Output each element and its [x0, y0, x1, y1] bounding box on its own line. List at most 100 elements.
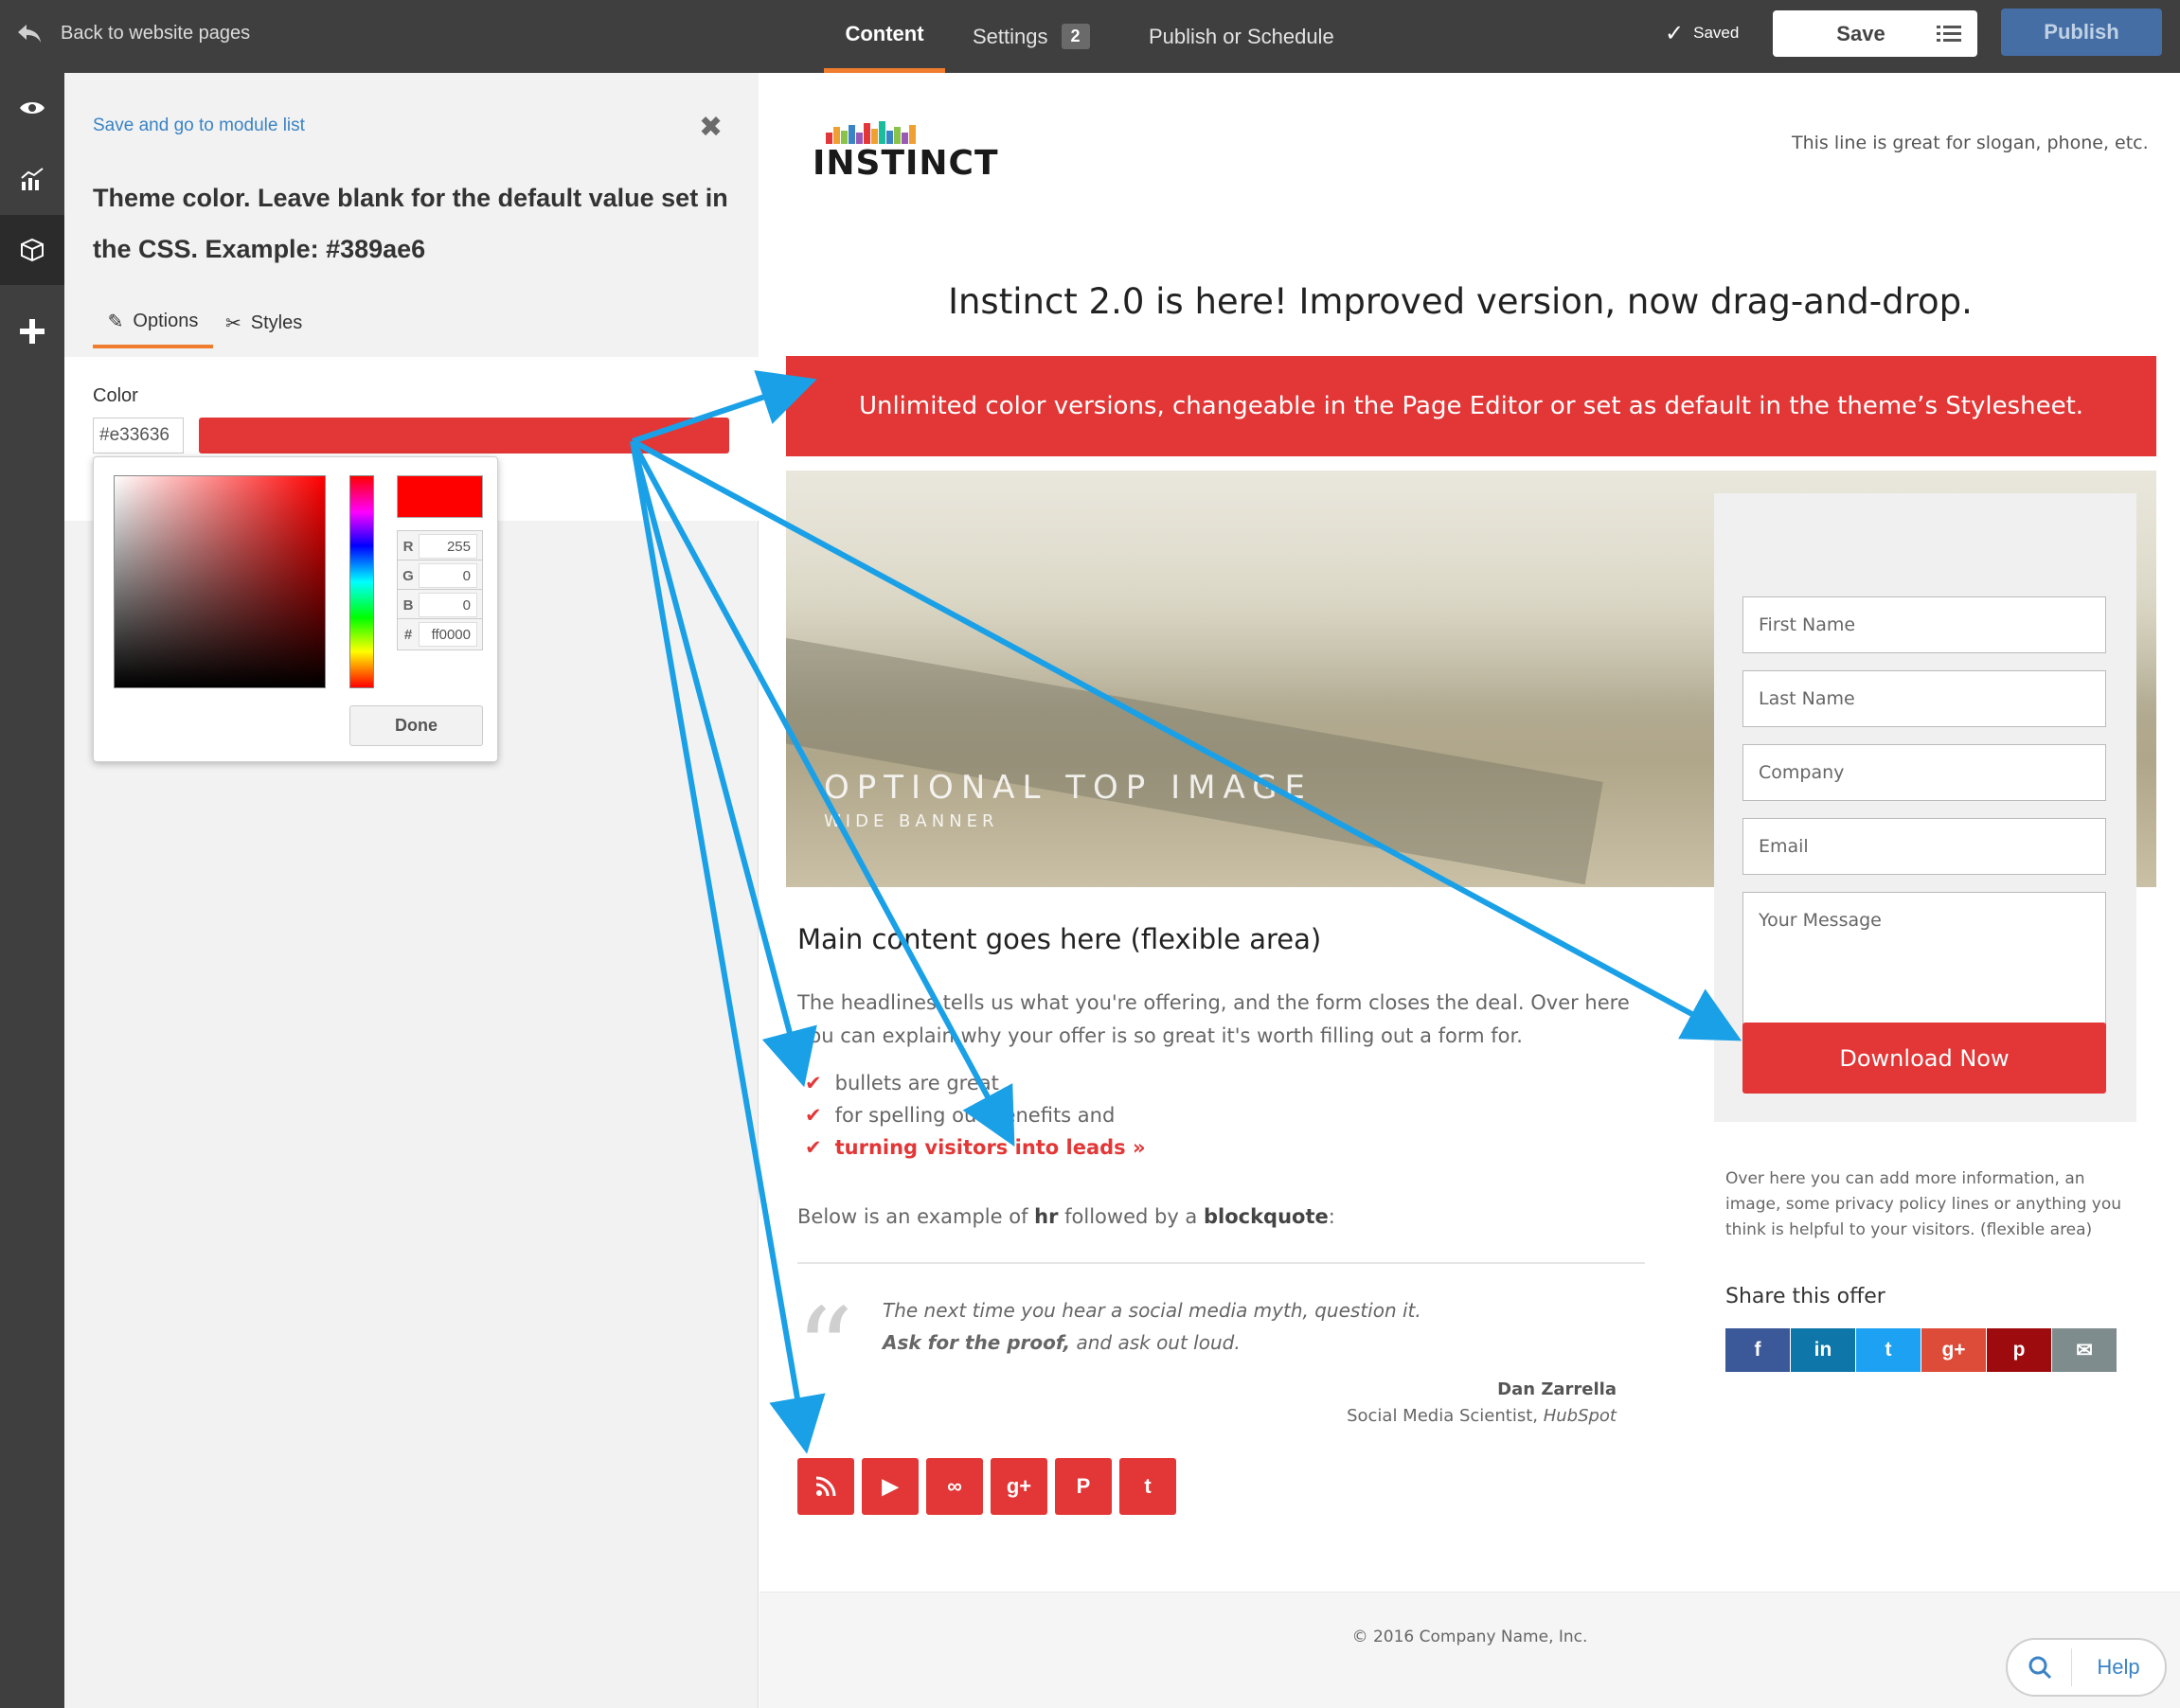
hero-title: OPTIONAL TOP IMAGE — [824, 769, 1313, 807]
blue-input[interactable] — [419, 593, 477, 617]
tab-settings[interactable]: Settings 2 — [973, 0, 1090, 73]
page-footer: © 2016 Company Name, Inc. — [759, 1592, 2180, 1708]
message-field[interactable]: Your Message — [1742, 892, 2106, 1034]
add-module-button[interactable] — [0, 296, 64, 366]
preview-eye-button[interactable] — [0, 73, 64, 143]
hue-slider[interactable] — [349, 475, 374, 688]
quote-bold: Ask for the proof, — [883, 1331, 1071, 1354]
pencil-icon: ✎ — [107, 311, 124, 332]
pinterest-icon[interactable]: P — [1055, 1458, 1112, 1515]
green-label: G — [402, 567, 414, 584]
green-input[interactable] — [419, 563, 477, 588]
red-channel: R — [397, 530, 483, 562]
tab-options-label: Options — [133, 311, 199, 331]
hex-input[interactable] — [419, 622, 477, 647]
pinterest-icon[interactable]: p — [1987, 1328, 2051, 1372]
link-icon[interactable]: ∞ — [926, 1458, 983, 1515]
module-editor-panel: Save and go to module list ✖ Theme color… — [64, 73, 759, 1708]
rss-icon[interactable] — [797, 1458, 854, 1515]
top-bar: Back to website pages Content Settings 2… — [0, 0, 2180, 73]
help-widget[interactable]: Help — [2006, 1638, 2167, 1697]
saturation-value-area[interactable] — [114, 475, 326, 688]
tab-options[interactable]: ✎ Options — [93, 298, 213, 348]
checkmark-icon: ✓ — [1665, 20, 1685, 46]
email-field[interactable]: Email — [1742, 818, 2106, 875]
youtube-icon[interactable]: ▶ — [862, 1458, 919, 1515]
color-hex-input[interactable] — [93, 418, 184, 454]
tab-styles[interactable]: ✂ Styles — [225, 298, 302, 348]
bullet-item: ✔ for spelling out benefits and — [805, 1104, 1115, 1127]
quote-role: Social Media Scientist, HubSpot — [1214, 1406, 1617, 1426]
last-name-field[interactable]: Last Name — [1742, 670, 2106, 727]
modules-button[interactable] — [0, 215, 64, 285]
horizontal-rule — [797, 1262, 1645, 1264]
help-label: Help — [2097, 1655, 2140, 1679]
blue-channel: B — [397, 589, 483, 621]
facebook-icon[interactable]: f — [1725, 1328, 1790, 1372]
tab-content[interactable]: Content — [824, 0, 945, 73]
list-menu-button[interactable] — [1921, 10, 1977, 57]
bullet-text: bullets are great — [834, 1072, 999, 1094]
linkedin-icon[interactable]: in — [1791, 1328, 1855, 1372]
quote-mark-icon: “ — [795, 1285, 854, 1416]
intro-text: followed by a — [1058, 1205, 1204, 1228]
lead-form: First Name Last Name Company Email Your … — [1714, 493, 2136, 1122]
google-plus-icon[interactable]: g+ — [991, 1458, 1047, 1515]
chart-icon — [21, 168, 44, 190]
download-now-button[interactable]: Download Now — [1742, 1023, 2106, 1094]
footer-copyright: © 2016 Company Name, Inc. — [1351, 1628, 1588, 1646]
tools-icon: ✂ — [225, 313, 241, 334]
back-to-website-pages-link[interactable]: Back to website pages — [15, 0, 250, 66]
color-swatch[interactable] — [199, 418, 729, 454]
main-paragraph: The headlines tells us what you're offer… — [797, 991, 1630, 1047]
save-and-go-to-module-list-link[interactable]: Save and go to module list — [93, 116, 305, 136]
twitter-icon[interactable]: t — [1856, 1328, 1921, 1372]
twitter-icon[interactable]: t — [1119, 1458, 1176, 1515]
publish-button[interactable]: Publish — [2001, 9, 2162, 56]
quote-rest: and ask out loud. — [1070, 1331, 1241, 1354]
done-button[interactable]: Done — [349, 705, 483, 746]
company-field[interactable]: Company — [1742, 744, 2106, 801]
tab-settings-label: Settings — [973, 24, 1048, 48]
logo-bars-icon — [826, 121, 916, 144]
list-icon — [1937, 25, 1961, 42]
email-icon[interactable]: ✉ — [2052, 1328, 2117, 1372]
panel-header: Save and go to module list ✖ Theme color… — [64, 73, 759, 357]
hex-channel: # — [397, 618, 483, 650]
quote-line-1: The next time you hear a social media my… — [883, 1299, 1421, 1322]
blue-label: B — [402, 596, 414, 614]
intro-text: : — [1328, 1205, 1335, 1228]
search-icon — [2008, 1648, 2072, 1686]
page-headline: Instinct 2.0 is here! Improved version, … — [948, 281, 1973, 322]
hero-subtitle: WIDE BANNER — [824, 811, 999, 831]
social-links: ▶ ∞ g+ P t — [797, 1458, 1176, 1515]
red-input[interactable] — [419, 534, 477, 559]
main-heading: Main content goes here (flexible area) — [797, 923, 1322, 955]
bullet-link-text: turning visitors into leads » — [834, 1136, 1146, 1159]
share-title: Share this offer — [1725, 1285, 1885, 1308]
color-label: Color — [93, 385, 138, 406]
bullet-text: for spelling out benefits and — [834, 1104, 1116, 1127]
eye-icon — [20, 102, 45, 114]
settings-count-badge: 2 — [1061, 24, 1090, 49]
logo: INSTINCT — [813, 144, 999, 183]
quote-role-title: Social Media Scientist, — [1347, 1406, 1544, 1426]
back-label: Back to website pages — [61, 22, 251, 44]
google-plus-icon[interactable]: g+ — [1921, 1328, 1986, 1372]
bullet-link[interactable]: ✔ turning visitors into leads » — [805, 1136, 1146, 1159]
color-preview — [397, 475, 483, 518]
aside-text: Over here you can add more information, … — [1725, 1169, 2122, 1239]
green-channel: G — [397, 560, 483, 592]
color-picker-popup: R G B # Done — [93, 456, 498, 762]
first-name-field[interactable]: First Name — [1742, 596, 2106, 653]
quote-author: Dan Zarrella — [1497, 1379, 1617, 1399]
intro-text: Below is an example of — [797, 1205, 1035, 1228]
slogan: This line is great for slogan, phone, et… — [1792, 133, 2149, 153]
cube-icon — [21, 238, 44, 262]
close-icon[interactable]: ✖ — [699, 111, 723, 144]
plus-icon — [20, 319, 45, 344]
module-title: Theme color. Leave blank for the default… — [93, 184, 728, 263]
analytics-button[interactable] — [0, 144, 64, 214]
intro-hr: hr — [1034, 1205, 1059, 1228]
tab-publish-or-schedule[interactable]: Publish or Schedule — [1149, 0, 1334, 73]
